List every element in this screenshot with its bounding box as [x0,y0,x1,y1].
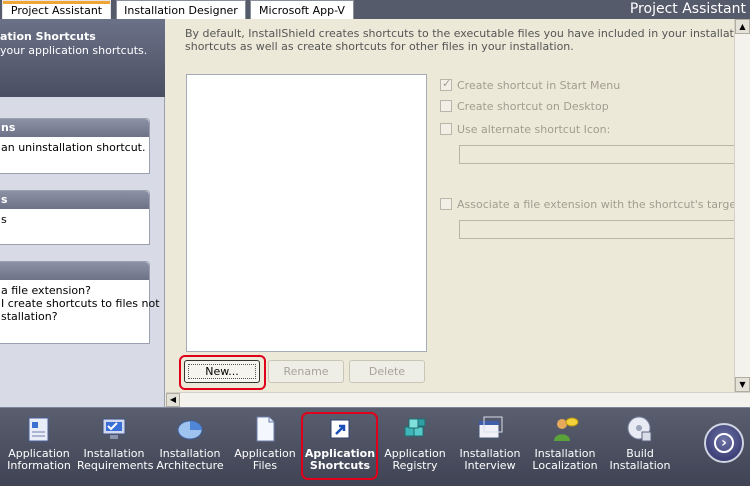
sidebar-panel-title [0,262,149,280]
sidebar-panel: s s [0,190,150,245]
start-menu-label: Create shortcut in Start Menu [457,79,621,92]
sidebar: ation Shortcuts your application shortcu… [0,19,165,408]
file-ext-field[interactable] [459,220,734,239]
horizontal-scrollbar[interactable]: ◀ [166,392,750,407]
application-information-icon [28,417,49,442]
shortcuts-highlight [301,412,378,480]
next-arrow-icon: › [714,433,734,453]
description-line: shortcuts as well as create shortcuts fo… [185,40,574,53]
main-content: By default, InstallShield creates shortc… [166,19,734,392]
installation-requirements-icon [102,418,126,439]
file-ext-checkbox[interactable] [440,198,452,210]
sidebar-link[interactable]: I create shortcuts to files not [1,297,160,310]
app-title: Project Assistant [629,1,746,17]
nav-label: Interview [464,459,516,472]
sidebar-header: ation Shortcuts your application shortcu… [0,19,165,97]
sidebar-link[interactable]: s [1,213,143,226]
scroll-down-arrow-icon[interactable]: ▼ [735,377,750,392]
sidebar-link[interactable]: an uninstallation shortcut. [1,141,145,154]
next-button[interactable]: › [704,423,744,463]
nav-installation-interview[interactable]: Installation Interview [453,414,527,484]
nav-label: Registry [392,459,438,472]
rename-button[interactable]: Rename [268,360,344,383]
nav-build-installation[interactable]: Build Installation [603,414,677,484]
build-installation-icon [627,416,652,442]
sidebar-panel-title: s [0,191,149,209]
nav-installation-architecture[interactable]: Installation Architecture [153,414,227,484]
nav-application-information[interactable]: Application Information [2,414,76,484]
application-files-icon [256,416,275,442]
shortcuts-list[interactable] [186,74,427,352]
sidebar-panel: a file extension? I create shortcuts to … [0,261,160,344]
top-tab-bar: Project Assistant Installation Designer … [0,0,750,19]
nav-application-registry[interactable]: Application Registry [378,414,452,484]
start-menu-checkbox-row[interactable]: Create shortcut in Start Menu [440,77,621,93]
delete-button[interactable]: Delete [349,360,425,383]
desktop-checkbox-row[interactable]: Create shortcut on Desktop [440,100,609,114]
nav-application-files[interactable]: Application Files [228,414,302,484]
sidebar-header-title: ation Shortcuts [0,30,96,43]
nav-label: Localization [532,459,598,472]
sidebar-panel: ns an uninstallation shortcut. [0,118,150,174]
installation-localization-icon [554,417,579,441]
nav-label: Files [252,459,278,472]
alt-icon-checkbox-row[interactable]: Use alternate shortcut Icon: [440,123,610,137]
scroll-left-arrow-icon[interactable]: ◀ [166,393,180,407]
nav-label: Architecture [156,459,224,472]
desktop-checkbox[interactable] [440,100,452,112]
new-button-highlight [179,355,266,390]
tab-project-assistant[interactable]: Project Assistant [2,0,111,19]
sidebar-link[interactable]: stallation? [1,310,143,323]
nav-label: Requirements [77,459,154,472]
nav-label: Information [7,459,71,472]
sidebar-panel-title: ns [0,119,149,137]
tab-microsoft-app-v[interactable]: Microsoft App-V [250,0,354,19]
vertical-scrollbar[interactable]: ▲ ▼ [734,19,750,392]
tab-installation-designer[interactable]: Installation Designer [116,0,246,19]
scroll-up-arrow-icon[interactable]: ▲ [735,19,750,34]
sidebar-header-subtitle: your application shortcuts. [0,44,148,57]
nav-installation-localization[interactable]: Installation Localization [528,414,602,484]
installation-architecture-icon [177,420,203,440]
alt-icon-label: Use alternate shortcut Icon: [457,123,611,136]
file-ext-checkbox-row[interactable]: Associate a file extension with the shor… [440,198,734,212]
desktop-label: Create shortcut on Desktop [457,100,609,113]
alt-icon-field[interactable] [459,145,734,164]
application-registry-icon [404,418,426,437]
start-menu-checkbox[interactable] [440,77,452,91]
installation-interview-icon [478,416,503,439]
description: By default, InstallShield creates shortc… [185,27,734,53]
file-ext-label: Associate a file extension with the shor… [457,198,734,211]
alt-icon-checkbox[interactable] [440,123,452,135]
nav-installation-requirements[interactable]: Installation Requirements [77,414,154,484]
nav-label: Installation [609,459,671,472]
description-line: By default, InstallShield creates shortc… [185,27,734,40]
sidebar-link[interactable]: a file extension? [1,284,143,297]
